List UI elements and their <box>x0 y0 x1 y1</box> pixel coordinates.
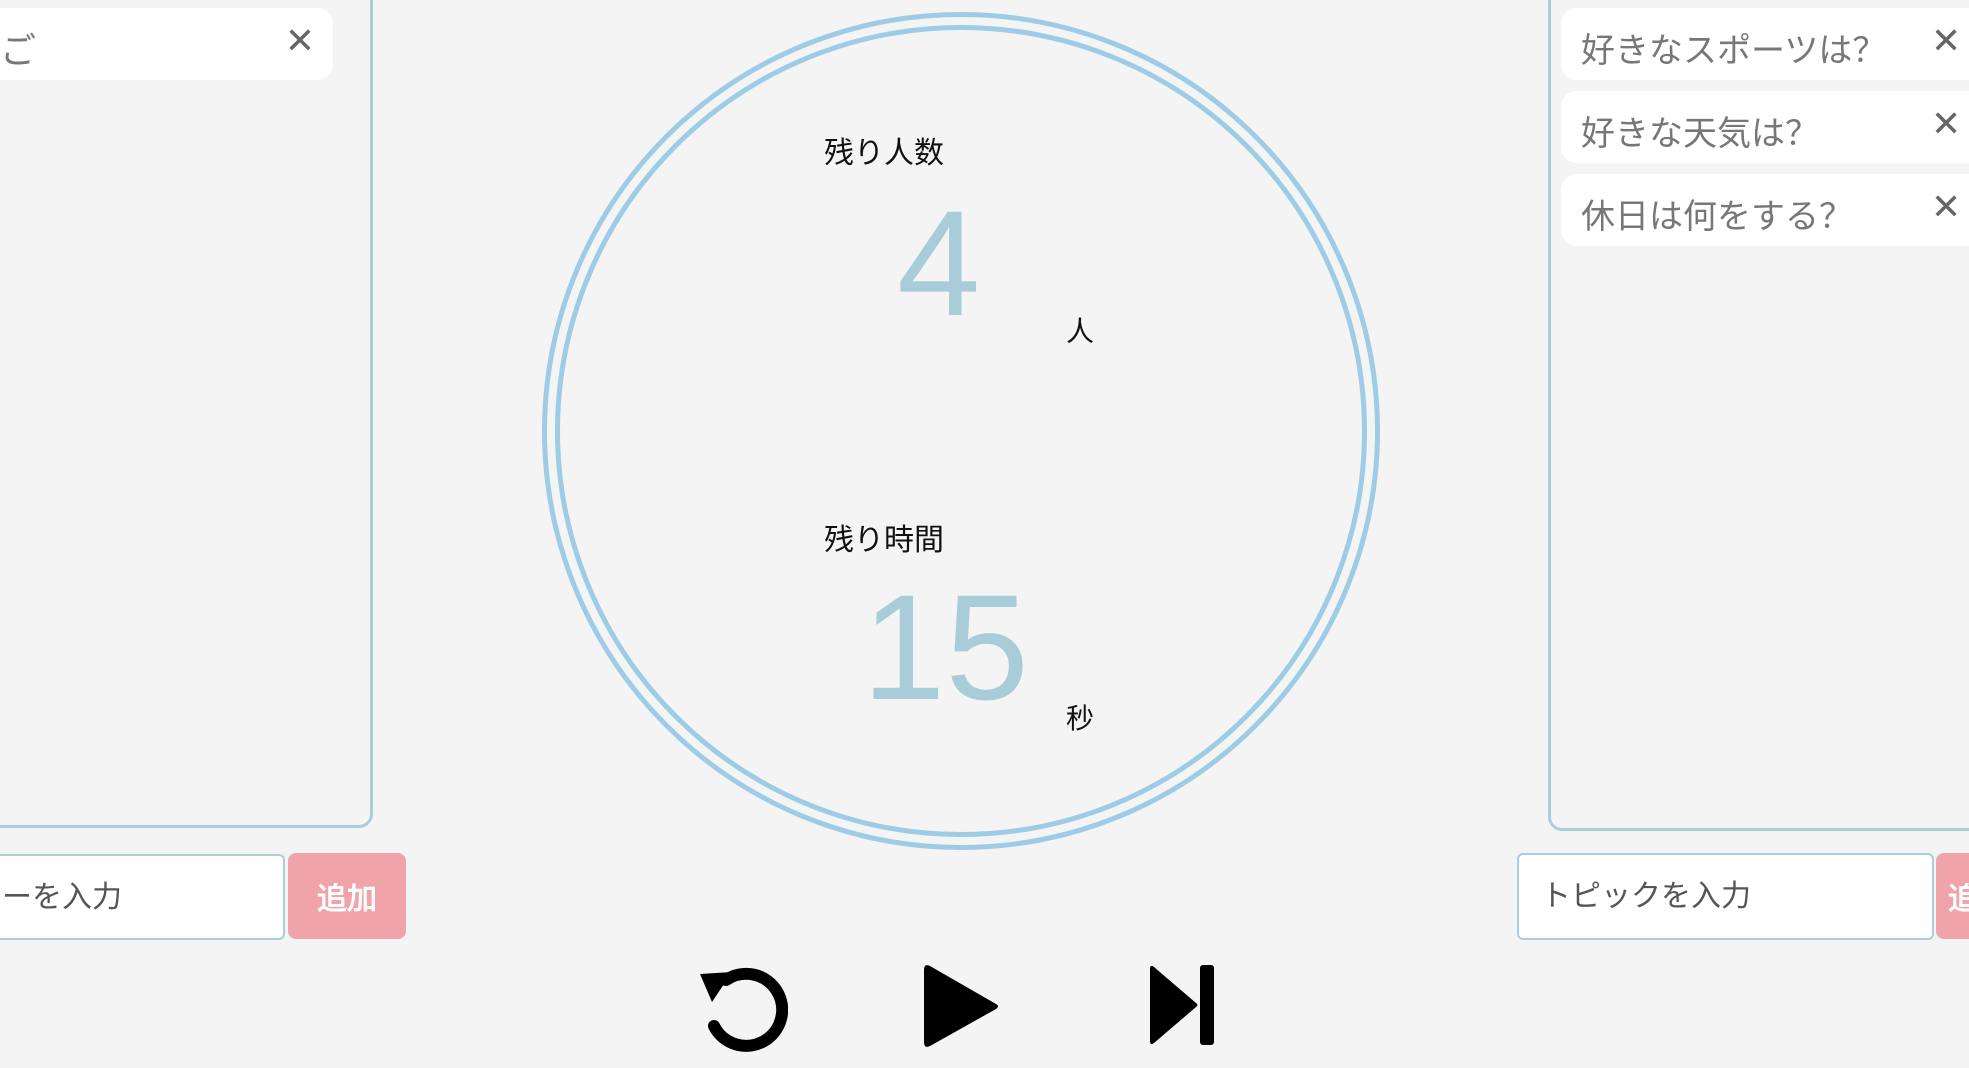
reset-icon <box>700 967 789 1052</box>
topic-list-item: 好きなスポーツは？ ✕ <box>1561 8 1969 80</box>
member-name: ご <box>0 31 37 72</box>
people-unit: 人 <box>1066 315 1095 348</box>
remaining-time-seconds: 15 <box>862 563 1029 731</box>
topic-text: 好きなスポーツは？ <box>1581 31 1887 71</box>
topic-list-item: 好きな天気は？ ✕ <box>1561 91 1969 163</box>
member-list-panel <box>0 0 373 828</box>
member-list-item: ご ✕ <box>0 8 333 80</box>
close-icon[interactable]: ✕ <box>1931 21 1961 62</box>
add-topic-button[interactable]: 追 <box>1936 853 1969 939</box>
close-icon[interactable]: ✕ <box>285 21 315 62</box>
add-member-button[interactable]: 追加 <box>288 853 406 939</box>
close-icon[interactable]: ✕ <box>1931 104 1961 145</box>
play-button[interactable] <box>922 962 1002 1054</box>
remaining-time-label: 残り時間 <box>824 523 944 558</box>
close-icon[interactable]: ✕ <box>1931 187 1961 228</box>
time-unit: 秒 <box>1066 702 1095 735</box>
member-name-input[interactable] <box>0 854 285 940</box>
play-icon <box>924 965 998 1047</box>
remaining-people-label: 残り人数 <box>824 136 944 171</box>
remaining-people-count: 4 <box>897 179 981 347</box>
add-topic-label: 追 <box>1948 883 1969 916</box>
skip-next-button[interactable] <box>1150 965 1216 1049</box>
topic-text: 好きな天気は？ <box>1581 114 1819 154</box>
topic-text: 休日は何をする？ <box>1581 197 1853 237</box>
skip-next-icon <box>1150 965 1214 1045</box>
app-root: ご ✕ 追加 残り人数 4 人 残り時間 15 秒 好きなスポーツは？ ✕ 好き… <box>0 0 1969 1068</box>
reset-button[interactable] <box>692 960 789 1056</box>
topic-input[interactable] <box>1517 853 1934 940</box>
topic-list-item: 休日は何をする？ ✕ <box>1561 174 1969 246</box>
